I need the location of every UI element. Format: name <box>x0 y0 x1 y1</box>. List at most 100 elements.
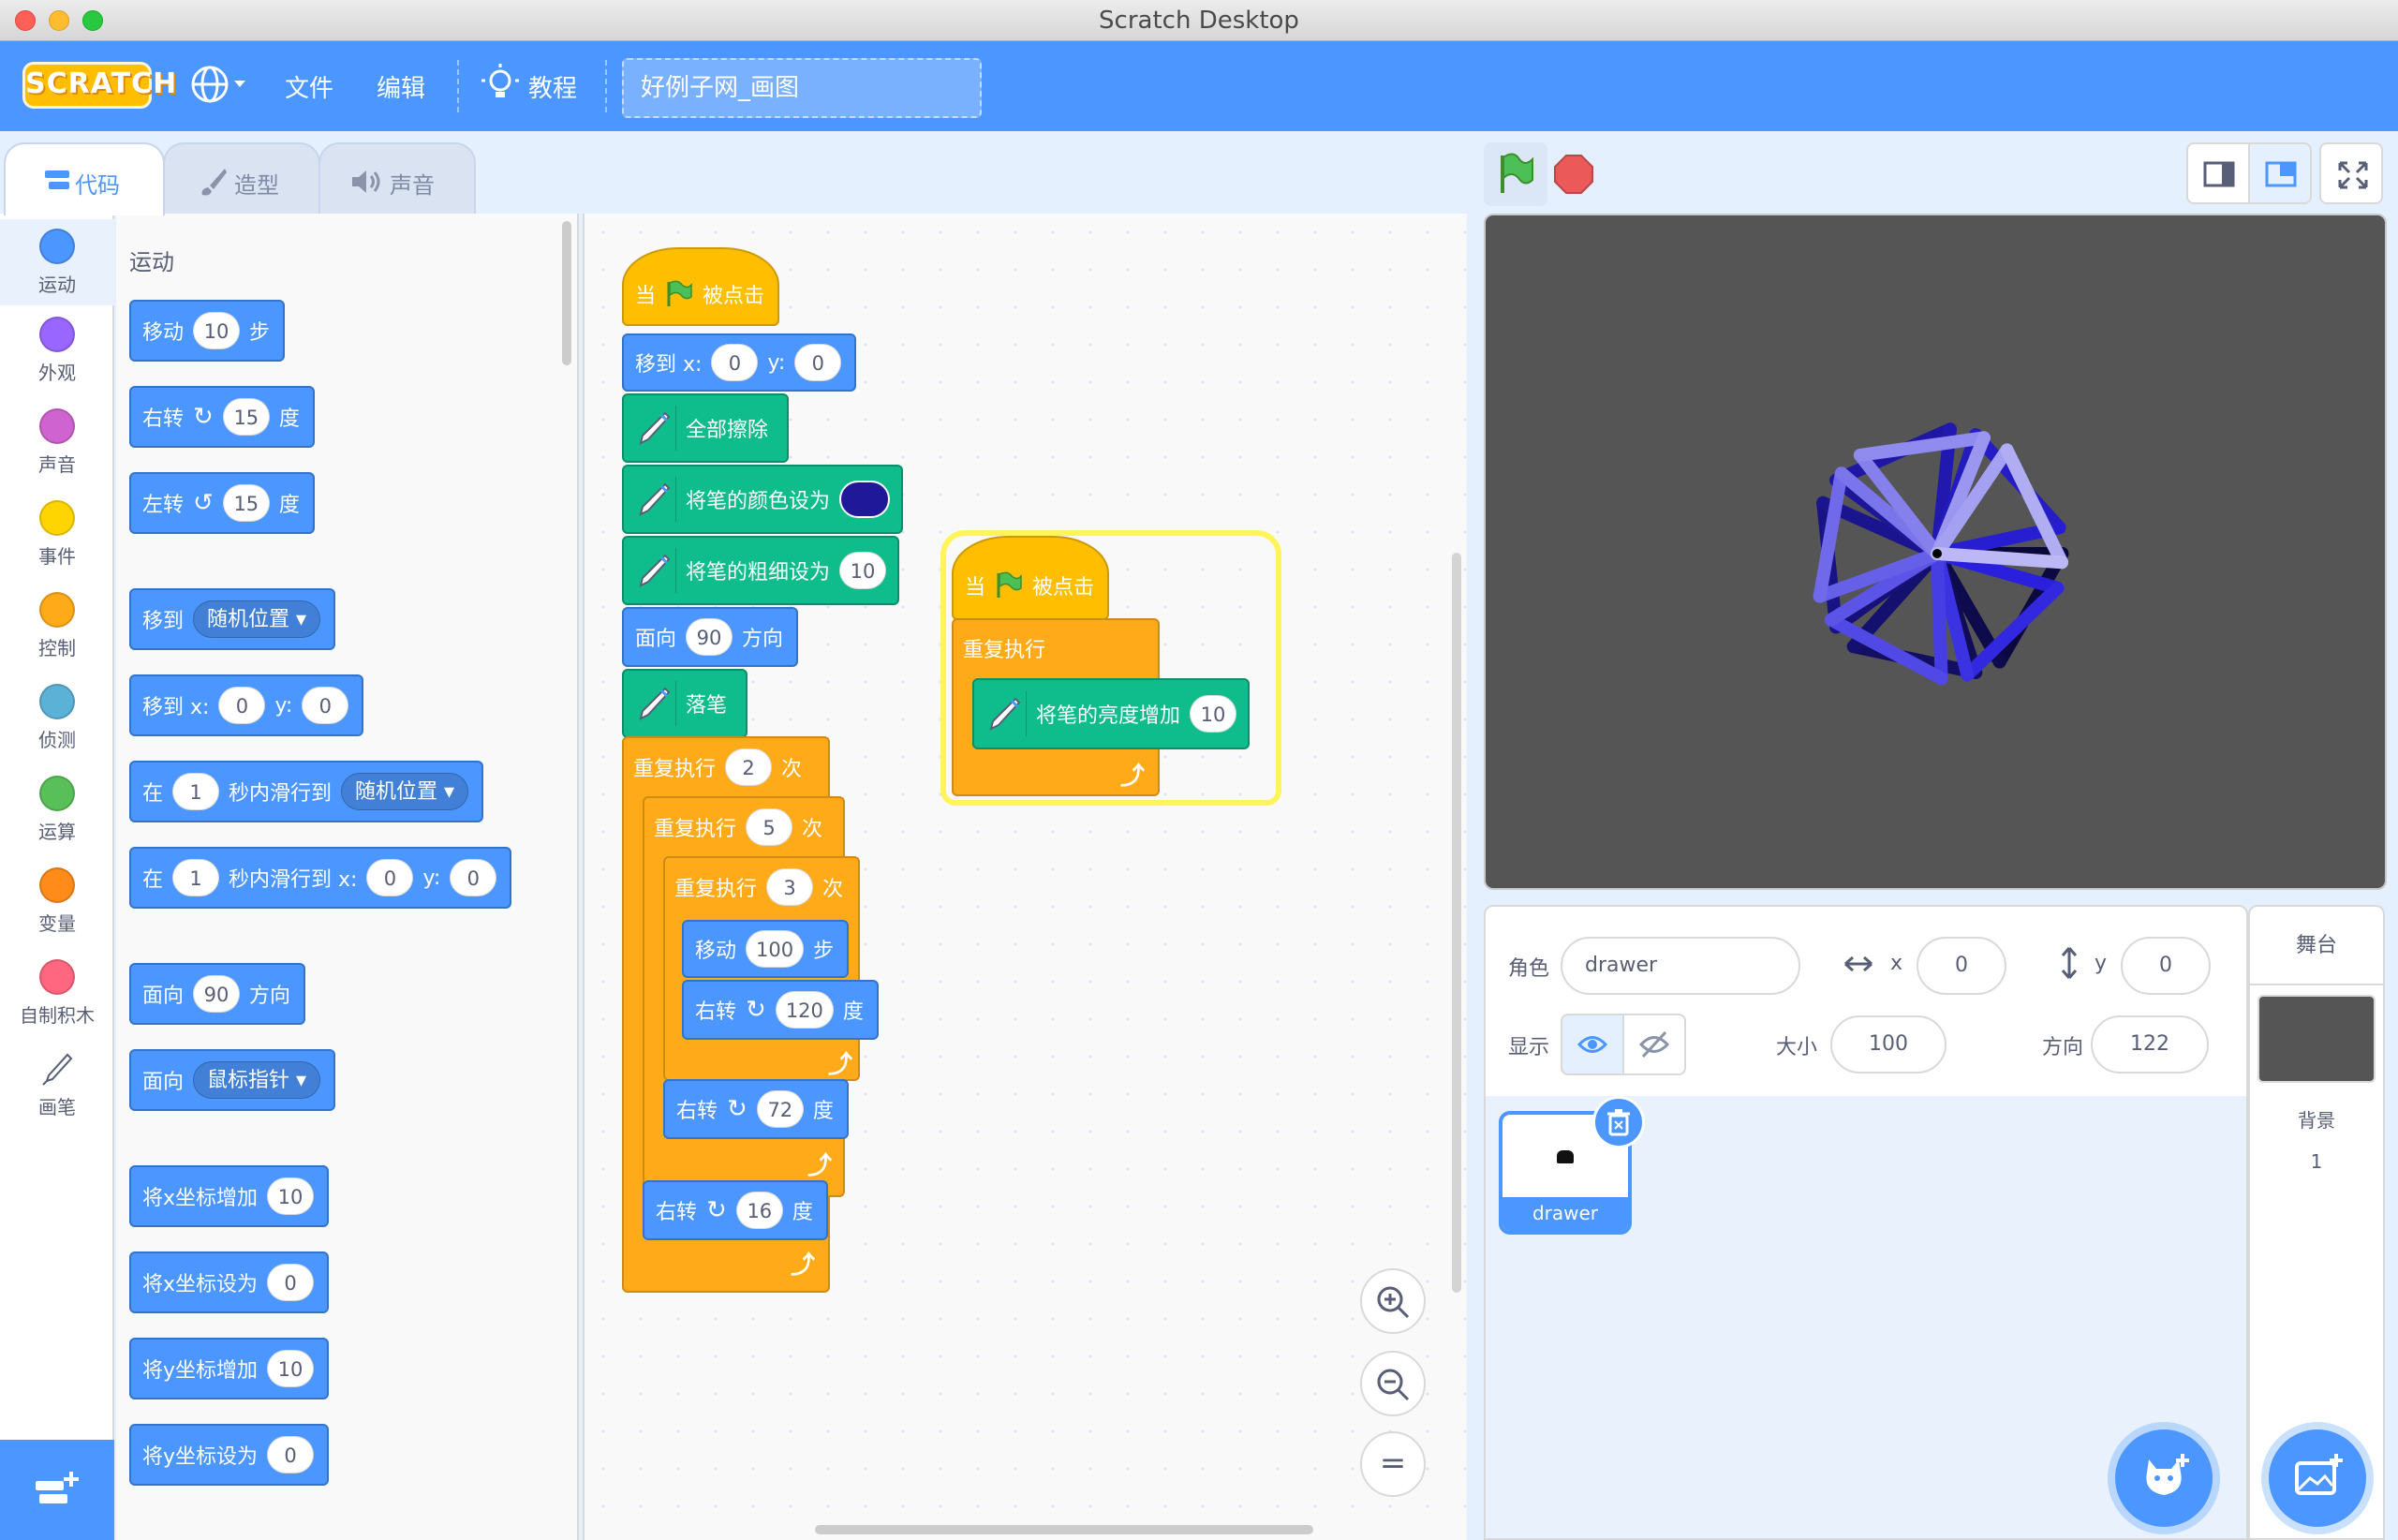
block-input[interactable]: 0 <box>218 687 266 724</box>
block-input[interactable]: 0 <box>267 1436 315 1473</box>
block-point-towards[interactable]: 面向 鼠标指针 ▾ <box>129 1049 336 1111</box>
add-sprite-button[interactable] <box>2115 1429 2213 1527</box>
script-block-set-pen-size[interactable]: 将笔的粗细设为 10 <box>622 536 900 605</box>
when-flag-clicked-hat[interactable]: 当 被点击 <box>622 247 780 326</box>
normal-stage-button[interactable] <box>2248 142 2312 204</box>
category-events[interactable]: 事件 <box>0 500 114 569</box>
block-turn-left[interactable]: 左转 ↺ 15 度 <box>129 472 315 534</box>
category-control[interactable]: 控制 <box>0 592 114 660</box>
category-sound[interactable]: 声音 <box>0 408 114 477</box>
category-operators[interactable]: 运算 <box>0 776 114 844</box>
block-input[interactable]: 0 <box>302 687 349 724</box>
script-block-clear[interactable]: 全部擦除 <box>622 393 790 463</box>
workspace-vertical-scrollbar[interactable] <box>1452 553 1461 1293</box>
block-input[interactable]: 3 <box>766 868 814 906</box>
tab-sounds[interactable]: 声音 <box>318 142 476 215</box>
script-block-point-direction[interactable]: 面向 90 方向 <box>622 607 799 667</box>
green-flag-button[interactable] <box>1484 142 1547 206</box>
glide-dropdown[interactable]: 随机位置 ▾ <box>341 773 469 810</box>
block-input[interactable]: 10 <box>267 1177 315 1215</box>
file-menu[interactable]: 文件 <box>285 69 333 104</box>
direction-input[interactable]: 122 <box>2091 1015 2209 1074</box>
block-input[interactable]: 16 <box>735 1192 783 1229</box>
script-block-turn-120[interactable]: 右转 ↻ 120 度 <box>682 980 879 1040</box>
stop-button[interactable] <box>1542 142 1606 206</box>
block-goto[interactable]: 移到 随机位置 ▾ <box>129 588 336 650</box>
script-block-set-pen-color[interactable]: 将笔的颜色设为 <box>622 465 904 534</box>
block-input[interactable]: 2 <box>725 748 773 786</box>
block-input[interactable]: 120 <box>775 991 834 1029</box>
edit-menu[interactable]: 编辑 <box>377 69 425 104</box>
size-input[interactable]: 100 <box>1830 1015 1947 1074</box>
block-input[interactable]: 0 <box>711 344 759 381</box>
category-looks[interactable]: 外观 <box>0 317 114 385</box>
block-input[interactable]: 1 <box>172 773 220 810</box>
block-goto-xy[interactable]: 移到 x: 0 y: 0 <box>129 674 364 736</box>
block-input[interactable]: 72 <box>756 1090 804 1128</box>
zoom-in-button[interactable] <box>1360 1268 1426 1334</box>
script-block-change-brightness[interactable]: 将笔的亮度增加 10 <box>972 678 1251 749</box>
block-input[interactable]: 10 <box>193 312 241 349</box>
stage-canvas[interactable] <box>1484 214 2387 890</box>
block-change-y[interactable]: 将y坐标增加 10 <box>129 1338 330 1399</box>
palette-scrollbar[interactable] <box>562 221 571 365</box>
tutorials-menu[interactable] <box>481 64 519 109</box>
block-turn-right[interactable]: 右转 ↻ 15 度 <box>129 386 315 448</box>
block-move[interactable]: 移动 10 步 <box>129 300 286 362</box>
fullscreen-button[interactable] <box>2319 142 2383 204</box>
block-input[interactable]: 90 <box>193 975 241 1013</box>
scratch-logo[interactable]: SCRATCH <box>22 62 176 109</box>
block-input[interactable]: 0 <box>794 344 842 381</box>
block-input[interactable]: 15 <box>222 398 270 436</box>
y-input[interactable]: 0 <box>2121 937 2211 995</box>
category-sensing[interactable]: 侦测 <box>0 684 114 752</box>
x-input[interactable]: 0 <box>1917 937 2006 995</box>
block-input[interactable]: 15 <box>222 484 270 522</box>
zoom-reset-button[interactable]: = <box>1360 1431 1426 1497</box>
block-glide-xy[interactable]: 在 1 秒内滑行到 x: 0 y: 0 <box>129 847 512 909</box>
block-glide[interactable]: 在 1 秒内滑行到 随机位置 ▾ <box>129 761 484 822</box>
script-block-turn-16[interactable]: 右转 ↻ 16 度 <box>643 1180 828 1240</box>
block-point-direction[interactable]: 面向 90 方向 <box>129 963 306 1025</box>
hide-sprite-button[interactable] <box>1622 1014 1686 1075</box>
category-pen[interactable]: 画笔 <box>0 1051 114 1119</box>
language-menu[interactable] <box>189 64 249 109</box>
block-input[interactable]: 0 <box>366 859 414 896</box>
delete-sprite-button[interactable] <box>1592 1096 1645 1148</box>
script-block-goto-xy[interactable]: 移到 x: 0 y: 0 <box>622 333 857 392</box>
block-input[interactable]: 10 <box>839 552 887 589</box>
small-stage-button[interactable] <box>2186 142 2250 204</box>
pen-color-swatch[interactable] <box>839 481 891 518</box>
block-input[interactable]: 100 <box>746 930 805 968</box>
when-flag-clicked-hat-2[interactable]: 当 被点击 <box>952 536 1110 620</box>
add-backdrop-button[interactable] <box>2269 1429 2366 1527</box>
goto-dropdown[interactable]: 随机位置 ▾ <box>193 600 321 638</box>
block-input[interactable]: 10 <box>267 1350 315 1387</box>
project-title-input[interactable]: 好例子网_画图 <box>622 58 982 118</box>
tab-costumes[interactable]: 造型 <box>163 142 320 215</box>
block-input[interactable]: 1 <box>172 859 220 896</box>
tab-code[interactable]: 代码 <box>4 142 165 215</box>
block-input[interactable]: 0 <box>267 1264 315 1301</box>
block-input[interactable]: 10 <box>1190 695 1237 733</box>
workspace-horizontal-scrollbar[interactable] <box>815 1525 1313 1534</box>
block-set-y[interactable]: 将y坐标设为 0 <box>129 1424 330 1486</box>
add-extension-button[interactable] <box>0 1440 114 1540</box>
script-block-pen-down[interactable]: 落笔 <box>622 669 748 738</box>
category-motion[interactable]: 运动 <box>0 219 114 305</box>
code-workspace[interactable]: 当 被点击 移到 x: 0 y: 0 全部擦除 将笔的颜色设为 将笔的粗细设为 … <box>583 214 1467 1540</box>
point-towards-dropdown[interactable]: 鼠标指针 ▾ <box>193 1061 321 1099</box>
block-set-x[interactable]: 将x坐标设为 0 <box>129 1251 330 1313</box>
block-input[interactable]: 5 <box>746 808 793 846</box>
category-my-blocks[interactable]: 自制积木 <box>0 959 114 1028</box>
category-variables[interactable]: 变量 <box>0 867 114 936</box>
stage-thumbnail[interactable] <box>2257 995 2376 1083</box>
sprite-name-input[interactable]: drawer <box>1561 937 1800 995</box>
tutorials-label[interactable]: 教程 <box>528 69 577 104</box>
zoom-out-button[interactable] <box>1360 1351 1426 1416</box>
block-input[interactable]: 90 <box>686 618 733 656</box>
show-sprite-button[interactable] <box>1561 1014 1624 1075</box>
script-block-move[interactable]: 移动 100 步 <box>682 920 850 978</box>
block-input[interactable]: 0 <box>450 859 497 896</box>
block-change-x[interactable]: 将x坐标增加 10 <box>129 1165 330 1227</box>
